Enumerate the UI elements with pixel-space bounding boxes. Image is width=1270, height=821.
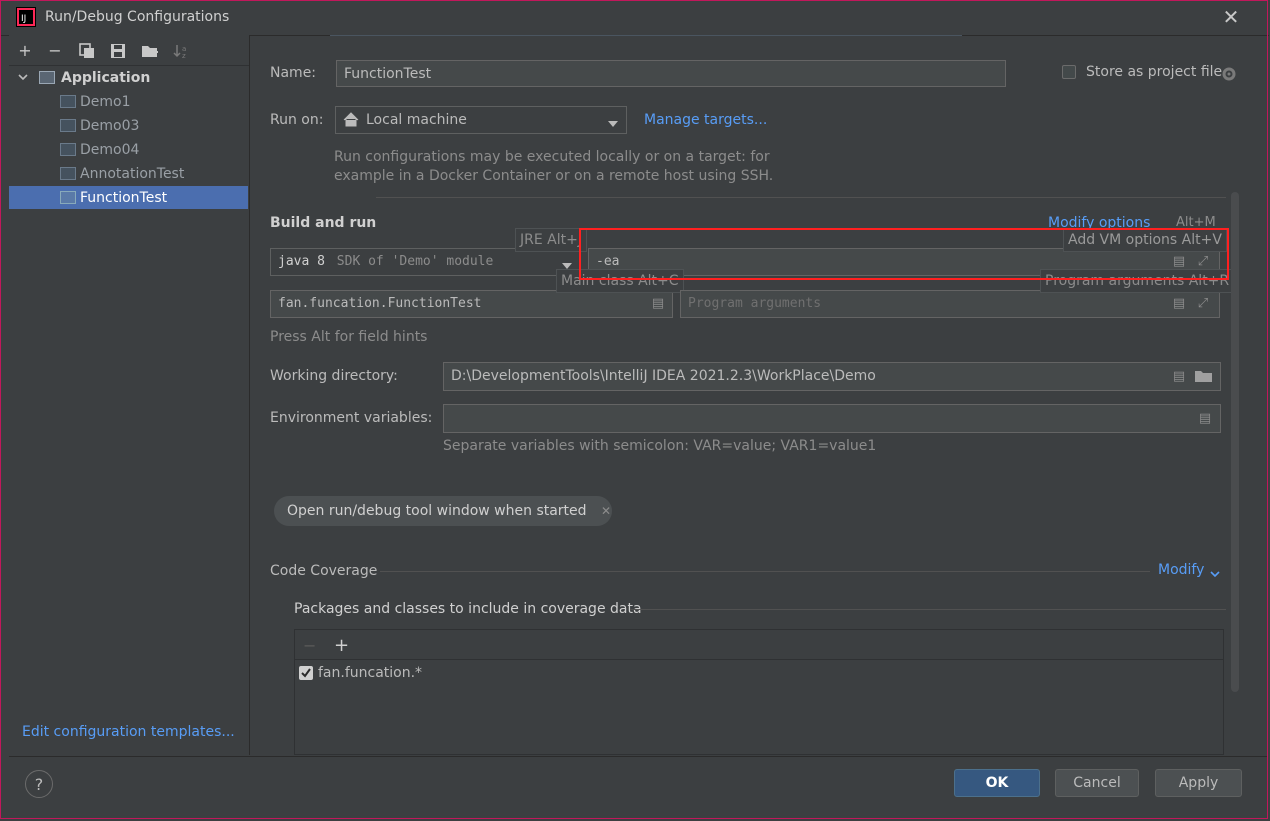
document-icon[interactable]: ▤ bbox=[651, 296, 665, 312]
coverage-item-label: fan.funcation.* bbox=[318, 665, 423, 681]
open-tool-window-tag-label: Open run/debug tool window when started bbox=[287, 503, 587, 519]
apply-button[interactable]: Apply bbox=[1155, 769, 1242, 797]
add-icon[interactable]: + bbox=[14, 40, 36, 62]
coverage-item-checkbox[interactable] bbox=[299, 666, 313, 680]
cancel-button[interactable]: Cancel bbox=[1055, 769, 1139, 797]
tree-item-demo03[interactable]: Demo03 bbox=[80, 115, 139, 137]
ok-button[interactable]: OK bbox=[954, 769, 1040, 797]
coverage-packages-panel bbox=[294, 629, 1224, 755]
edit-templates-link[interactable]: Edit configuration templates... bbox=[22, 724, 235, 740]
jre-description: SDK of 'Demo' module bbox=[336, 254, 494, 269]
main-class-field[interactable]: fan.funcation.FunctionTest bbox=[270, 290, 673, 318]
coverage-modify-link[interactable]: Modify bbox=[1158, 562, 1204, 578]
add-icon[interactable]: + bbox=[334, 635, 349, 656]
coverage-packages-label: Packages and classes to include in cover… bbox=[294, 601, 642, 617]
tree-item-functiontest[interactable]: FunctionTest bbox=[80, 187, 167, 209]
highlight-box bbox=[579, 228, 1229, 280]
code-coverage-divider bbox=[380, 571, 1150, 572]
document-icon[interactable]: ▤ bbox=[1198, 411, 1212, 427]
run-on-hint-line1: Run configurations may be executed local… bbox=[334, 149, 770, 165]
home-icon bbox=[343, 112, 359, 132]
jre-shortcut-hint: JRE Alt+J bbox=[515, 228, 587, 252]
config-file-icon bbox=[60, 167, 76, 180]
window-title: Run/Debug Configurations bbox=[45, 9, 230, 25]
gear-icon[interactable] bbox=[1220, 65, 1238, 87]
run-on-value: Local machine bbox=[366, 112, 467, 128]
application-icon bbox=[39, 71, 55, 84]
svg-text:IJ: IJ bbox=[21, 14, 26, 24]
help-icon[interactable]: ? bbox=[25, 770, 53, 798]
tree-root-application[interactable]: Application bbox=[61, 67, 150, 89]
open-tool-window-tag[interactable]: Open run/debug tool window when started … bbox=[274, 496, 612, 526]
environment-variables-hint: Separate variables with semicolon: VAR=v… bbox=[443, 438, 877, 454]
field-hints-text: Press Alt for field hints bbox=[270, 329, 428, 345]
document-icon[interactable]: ▤ bbox=[1172, 296, 1186, 312]
scrollbar[interactable] bbox=[1231, 192, 1239, 692]
run-on-label: Run on: bbox=[270, 112, 324, 128]
coverage-toolbar-divider bbox=[295, 659, 1223, 660]
jre-select[interactable]: java 8 SDK of 'Demo' module bbox=[270, 248, 580, 276]
code-coverage-heading: Code Coverage bbox=[270, 563, 378, 579]
remove-icon[interactable]: − bbox=[44, 40, 66, 62]
close-icon[interactable]: ✕ bbox=[1220, 6, 1242, 28]
coverage-packages-divider bbox=[630, 609, 1226, 610]
chevron-down-icon[interactable] bbox=[17, 71, 29, 86]
document-icon[interactable]: ▤ bbox=[1172, 369, 1186, 385]
tree-item-demo04[interactable]: Demo04 bbox=[80, 139, 139, 161]
environment-variables-field[interactable] bbox=[443, 404, 1221, 433]
new-folder-icon[interactable] bbox=[139, 40, 161, 62]
store-project-checkbox[interactable] bbox=[1062, 65, 1076, 79]
name-field[interactable]: FunctionTest bbox=[336, 60, 1006, 87]
sort-icon[interactable]: az bbox=[170, 40, 192, 62]
working-directory-label: Working directory: bbox=[270, 368, 398, 384]
working-directory-field[interactable]: D:\DevelopmentTools\IntelliJ IDEA 2021.2… bbox=[443, 362, 1221, 391]
store-project-label[interactable]: Store as project file bbox=[1086, 64, 1222, 80]
manage-targets-link[interactable]: Manage targets... bbox=[644, 112, 767, 128]
close-icon[interactable]: ✕ bbox=[601, 504, 611, 518]
config-file-icon bbox=[60, 143, 76, 156]
chevron-down-icon[interactable] bbox=[607, 116, 619, 132]
top-divider bbox=[330, 35, 962, 36]
copy-icon[interactable] bbox=[76, 40, 98, 62]
config-file-icon bbox=[60, 119, 76, 132]
config-file-icon bbox=[60, 191, 76, 204]
config-file-icon bbox=[60, 95, 76, 108]
run-on-hint-line2: example in a Docker Container or on a re… bbox=[334, 168, 774, 184]
intellij-app-icon: IJ bbox=[16, 7, 36, 27]
svg-text:z: z bbox=[182, 52, 186, 59]
save-icon[interactable] bbox=[107, 40, 129, 62]
program-arguments-field[interactable]: Program arguments bbox=[680, 290, 1220, 318]
build-run-divider bbox=[376, 197, 1226, 198]
run-on-select[interactable]: Local machine bbox=[335, 106, 627, 134]
chevron-down-icon[interactable] bbox=[1210, 566, 1220, 582]
remove-icon[interactable]: − bbox=[303, 636, 316, 655]
tree-item-demo1[interactable]: Demo1 bbox=[80, 91, 131, 113]
tree-item-annotationtest[interactable]: AnnotationTest bbox=[80, 163, 184, 185]
name-label: Name: bbox=[270, 65, 317, 81]
build-run-heading: Build and run bbox=[270, 215, 377, 231]
jre-java-version: java 8 bbox=[278, 254, 325, 269]
expand-icon[interactable]: ⤢ bbox=[1196, 296, 1210, 312]
folder-icon[interactable] bbox=[1194, 368, 1214, 388]
environment-variables-label: Environment variables: bbox=[270, 410, 433, 426]
